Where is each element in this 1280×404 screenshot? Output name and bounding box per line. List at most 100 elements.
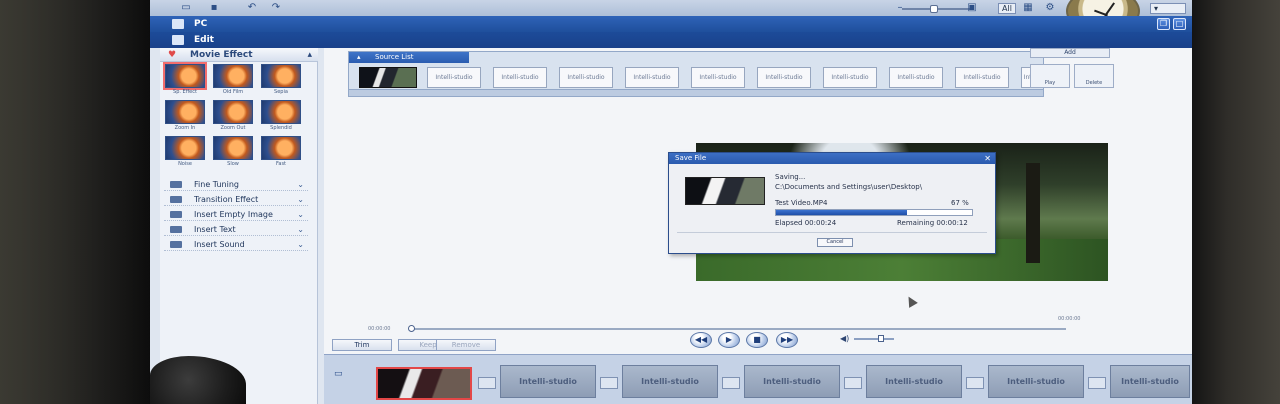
source-tile[interactable]: Intelli-studio (625, 67, 679, 88)
mouse-cursor-icon (904, 294, 918, 308)
folder-icon[interactable]: ▭ (180, 3, 192, 13)
seek-bar[interactable] (410, 328, 1066, 330)
forward-button[interactable]: ▶▶ (776, 332, 798, 348)
timeline-clip[interactable]: Intelli-studio (988, 365, 1084, 398)
effect-zoom-in[interactable]: Zoom In (163, 100, 207, 134)
app-window: ▭ ▪ ↶ ↷ – ▣ All ▦ ⚙ ▾ PC ❐ □ Edit ♥ Movi… (150, 0, 1192, 404)
source-tile[interactable]: Intelli-studio (691, 67, 745, 88)
time-start: 00:00:00 (368, 326, 391, 332)
effect-thumbnail (261, 64, 301, 88)
timeline-clip-selected[interactable] (376, 367, 472, 400)
dialog-divider (677, 232, 987, 233)
trim-button[interactable]: Trim (332, 339, 392, 351)
effect-thumbnail (213, 136, 253, 160)
effect-splendid[interactable]: Splendid (259, 100, 303, 134)
add-button[interactable]: Add (1030, 48, 1110, 58)
cancel-button[interactable]: Cancel (817, 238, 853, 247)
transition-slot[interactable] (478, 377, 496, 389)
category-transition-effect[interactable]: Transition Effect ⌄ (164, 193, 308, 206)
maximize-icon[interactable]: □ (1173, 18, 1186, 30)
collapse-icon[interactable]: ▴ (307, 48, 312, 62)
edit-bar[interactable]: Edit (150, 32, 1192, 48)
rewind-button[interactable]: ◀◀ (690, 332, 712, 348)
time-end: 00:00:00 (1058, 316, 1081, 322)
grid-view-icon[interactable]: ▦ (1022, 3, 1034, 13)
stop-button[interactable]: ■ (746, 332, 768, 348)
transition-slot[interactable] (966, 377, 984, 389)
timeline-clip[interactable]: Intelli-studio (744, 365, 840, 398)
source-list-title: Source List (375, 53, 414, 61)
transition-slot[interactable] (1088, 377, 1106, 389)
source-tile[interactable]: Intelli-studio (889, 67, 943, 88)
progress-percent: 67 % (951, 199, 969, 207)
category-insert-empty-image[interactable]: Insert Empty Image ⌄ (164, 208, 308, 221)
movie-effect-header[interactable]: ♥ Movie Effect ▴ (160, 48, 318, 62)
timeline-clip[interactable]: Intelli-studio (500, 365, 596, 398)
chevron-down-icon: ⌄ (297, 240, 304, 249)
delete-source-button[interactable]: Delete (1074, 64, 1114, 88)
source-tile[interactable]: Intelli-studio (559, 67, 613, 88)
dialog-video-thumbnail (685, 177, 765, 205)
redo-icon[interactable]: ↷ (270, 3, 282, 13)
source-tile[interactable]: Intelli-studio (493, 67, 547, 88)
volume-icon[interactable]: ◀) (840, 334, 849, 343)
monitor-photo: ▭ ▪ ↶ ↷ – ▣ All ▦ ⚙ ▾ PC ❐ □ Edit ♥ Movi… (0, 0, 1280, 404)
volume-knob[interactable] (878, 335, 884, 342)
effect-fast[interactable]: Fast (259, 136, 303, 170)
play-source-button[interactable]: Play (1030, 64, 1070, 88)
save-icon[interactable]: ▪ (208, 3, 220, 13)
effect-zoom-out[interactable]: Zoom Out (211, 100, 255, 134)
remove-button[interactable]: Remove (436, 339, 496, 351)
transition-slot[interactable] (844, 377, 862, 389)
effect-thumbnail (163, 62, 207, 90)
effect-sepia[interactable]: Sepia (259, 64, 303, 98)
progress-fill (776, 210, 907, 215)
source-tile[interactable]: Intelli-studio (955, 67, 1009, 88)
effects-panel: ♥ Movie Effect ▴ Sp. Effect Old Film Sep… (160, 48, 318, 404)
timeline-clip[interactable]: Intelli-studio (1110, 365, 1190, 398)
category-label: Insert Sound (194, 240, 245, 249)
effect-old-film[interactable]: Old Film (211, 64, 255, 98)
source-list-header[interactable]: ▴ Source List (349, 52, 469, 63)
volume-slider[interactable] (854, 338, 894, 340)
category-insert-text[interactable]: Insert Text ⌄ (164, 223, 308, 236)
source-video-thumbnail[interactable] (359, 67, 417, 88)
movie-effect-title: Movie Effect (190, 50, 253, 60)
play-button[interactable]: ▶ (718, 332, 740, 348)
collapse-icon[interactable]: ▴ (357, 52, 361, 63)
zoom-slider-knob[interactable] (930, 5, 938, 13)
top-toolbar: ▭ ▪ ↶ ↷ – ▣ All ▦ ⚙ ▾ (150, 0, 1192, 34)
restore-icon[interactable]: ❐ (1157, 18, 1170, 30)
fine-tuning-icon (170, 181, 182, 188)
dialog-title: Save File (669, 153, 995, 164)
effect-label: Sp. Effect (173, 89, 197, 95)
transition-icon (170, 196, 182, 203)
timeline-clip[interactable]: Intelli-studio (866, 365, 962, 398)
text-icon (170, 226, 182, 233)
dropdown-chip[interactable]: ▾ (1150, 3, 1186, 14)
source-tile[interactable]: Intelli-studio (823, 67, 877, 88)
source-list-scrollbar[interactable] (349, 89, 1043, 96)
filter-all-chip[interactable]: All (998, 3, 1016, 14)
transition-slot[interactable] (722, 377, 740, 389)
transition-slot[interactable] (600, 377, 618, 389)
effect-label: Zoom In (174, 125, 196, 131)
timeline-clip[interactable]: Intelli-studio (622, 365, 718, 398)
save-path: C:\Documents and Settings\user\Desktop\ (775, 183, 923, 191)
category-insert-sound[interactable]: Insert Sound ⌄ (164, 238, 308, 251)
close-icon[interactable]: ✕ (984, 153, 991, 164)
source-tile[interactable]: Intelli-studio (757, 67, 811, 88)
effect-label: Old Film (222, 89, 244, 95)
effect-noise[interactable]: Noise (163, 136, 207, 170)
pc-bar[interactable]: PC ❐ □ (150, 16, 1192, 32)
zoom-in-icon[interactable]: ▣ (966, 3, 978, 13)
seek-knob[interactable] (408, 325, 415, 332)
storyboard-toggle-icon[interactable]: ▭ (334, 369, 348, 379)
category-fine-tuning[interactable]: Fine Tuning ⌄ (164, 178, 308, 191)
undo-icon[interactable]: ↶ (246, 3, 258, 13)
effect-slow[interactable]: Slow (211, 136, 255, 170)
chevron-down-icon: ⌄ (297, 180, 304, 189)
source-tile[interactable]: Intelli-studio (427, 67, 481, 88)
effect-sp-effect[interactable]: Sp. Effect (163, 62, 207, 98)
settings-icon[interactable]: ⚙ (1044, 3, 1056, 13)
